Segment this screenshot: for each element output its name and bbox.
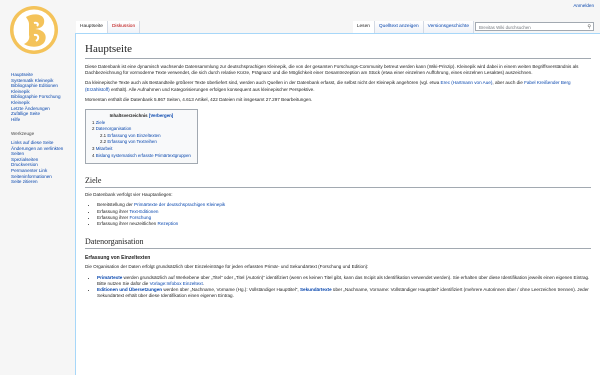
- datenorg-paragraph: Die Organisation der Daten erfolgt grund…: [85, 264, 369, 270]
- link-vorlage-infobox[interactable]: Vorlage:Infobox Einzeltext: [150, 281, 203, 286]
- toc-number: 2: [92, 126, 95, 132]
- toc-number: 2.1: [100, 132, 107, 138]
- intro-text: , aber auch die: [492, 80, 525, 86]
- list-text: Erfassung ihrer neuzeitlichen: [97, 220, 158, 226]
- toc-link[interactable]: Erfassung von Einzeltexten: [107, 133, 160, 138]
- search-input[interactable]: Brevitas Wiki durchsuchen ⚲: [475, 22, 594, 31]
- toc-link[interactable]: Erfassung von Textreihen: [107, 139, 156, 144]
- toc-entry[interactable]: 3 Mitarbeit: [92, 146, 191, 153]
- search-placeholder: Brevitas Wiki durchsuchen: [479, 25, 531, 30]
- ziele-list: Bereitstellung der Primärtexte der deuts…: [85, 202, 591, 227]
- subsection-heading-einzeltexte: Erfassung von Einzeltexten: [85, 255, 151, 262]
- toc-title-text: Inhaltsverzeichnis: [109, 113, 148, 119]
- list-link[interactable]: Text-Editionen: [129, 209, 158, 214]
- list-text: Erfassung ihrer: [97, 214, 130, 220]
- sidebar-tools-heading: Werkzeuge: [11, 131, 35, 137]
- stats-paragraph: Momentan enthält die Datenbank 5.867 Sei…: [85, 96, 313, 102]
- link-erec[interactable]: Erec (Hartmann von Aue): [441, 80, 493, 85]
- list-link[interactable]: Forschung: [129, 215, 151, 220]
- toc-link[interactable]: Mitarbeit: [96, 146, 113, 151]
- intro-text: enthält). Alle Aufnahmen und Kategorisie…: [109, 86, 315, 92]
- intro-paragraph-2: Da kleinepische Texte auch als Bestandte…: [85, 80, 591, 92]
- toc-title: Inhaltsverzeichnis [Verbergen]: [92, 113, 191, 120]
- namespace-tabs: Hauptseite Diskussion: [76, 21, 141, 34]
- toc-link[interactable]: Datenorganisation: [96, 126, 132, 131]
- list-text: Erfassung ihrer: [97, 208, 130, 214]
- list-link[interactable]: Rezeption: [158, 221, 179, 226]
- view-tabs: Lesen Quelltext anzeigen Versionsgeschic…: [352, 21, 474, 34]
- section-heading-datenorganisation: Datenorganisation: [85, 237, 591, 250]
- toc-number: 2.2: [100, 139, 107, 145]
- toc-number: 3: [92, 145, 95, 151]
- sidebar-item-bibliographie-forschung[interactable]: Bibliographie Forschung Kleinepik: [0, 94, 74, 105]
- tab-quelltext-anzeigen[interactable]: Quelltext anzeigen: [374, 21, 424, 33]
- sidebar-item-hilfe[interactable]: Hilfe: [0, 117, 74, 123]
- toc-entry[interactable]: 2.2 Erfassung von Textreihen: [92, 139, 191, 146]
- sidebar-item-bibliographie-editionen[interactable]: Bibliographie Editionen Kleinepik: [0, 83, 74, 94]
- sidebar-item-seite-zitieren[interactable]: Seite zitieren: [0, 179, 74, 185]
- table-of-contents: Inhaltsverzeichnis [Verbergen] 1 Ziele 2…: [85, 109, 198, 165]
- ziele-intro: Die Datenbank verfolgt vier Hauptanliege…: [85, 192, 173, 198]
- toc-entry[interactable]: 2 Datenorganisation: [92, 126, 191, 133]
- list-bold-link[interactable]: Primärtexte: [97, 275, 122, 280]
- list-item: Editionen und Übersetzungen werden über …: [97, 287, 591, 299]
- tab-versionsgeschichte[interactable]: Versionsgeschichte: [423, 21, 474, 33]
- list-bold-link[interactable]: Editionen und Übersetzungen: [97, 287, 162, 292]
- site-logo[interactable]: [8, 4, 60, 56]
- main-content: Hauptseite Diese Datenbank ist eine dyna…: [75, 33, 600, 375]
- sidebar-item-aenderungen-verlinkt[interactable]: Änderungen an verlinkten Seiten: [0, 146, 74, 157]
- sidebar: Hauptseite Systematik Kleinepik Bibliogr…: [0, 72, 74, 185]
- toc-toggle[interactable]: [Verbergen]: [149, 113, 173, 118]
- list-text: .: [202, 280, 205, 286]
- toc-entry[interactable]: 2.1 Erfassung von Einzeltexten: [92, 133, 191, 140]
- sidebar-nav: Hauptseite Systematik Kleinepik Bibliogr…: [0, 72, 74, 122]
- search-icon[interactable]: ⚲: [587, 23, 591, 32]
- section-heading-ziele: Ziele: [85, 176, 591, 189]
- list-text: werden über „Nachname, Vorname (Hg.): Vo…: [162, 287, 300, 292]
- toc-number: 4: [92, 152, 95, 158]
- list-item: Primärtexte werden grundsätzlich auf Wer…: [97, 275, 591, 287]
- login-link[interactable]: Anmelden: [573, 3, 594, 8]
- page-title: Hauptseite: [85, 42, 591, 59]
- tab-diskussion[interactable]: Diskussion: [107, 21, 141, 33]
- intro-paragraph-1: Diese Datenbank ist eine dynamisch wachs…: [85, 64, 579, 76]
- list-text: Bereitstellung der: [97, 202, 135, 208]
- list-link[interactable]: Primärtexte der deutschsprachigen Kleine…: [134, 202, 225, 207]
- toc-link[interactable]: Bislang systematisch erfasste Primärtext…: [96, 153, 191, 158]
- toc-entry[interactable]: 1 Ziele: [92, 120, 191, 127]
- datenorg-list: Primärtexte werden grundsätzlich auf Wer…: [85, 275, 591, 300]
- list-item: Erfassung ihrer neuzeitlichen Rezeption: [97, 221, 591, 227]
- toc-entry[interactable]: 4 Bislang systematisch erfasste Primärte…: [92, 153, 191, 160]
- list-bold-link[interactable]: Sekundärtexte: [300, 287, 332, 292]
- intro-text: Da kleinepische Texte auch als Bestandte…: [85, 80, 441, 86]
- sidebar-tools: Links auf diese Seite Änderungen an verl…: [0, 140, 74, 185]
- toc-link[interactable]: Ziele: [96, 120, 106, 125]
- toc-number: 1: [92, 119, 95, 125]
